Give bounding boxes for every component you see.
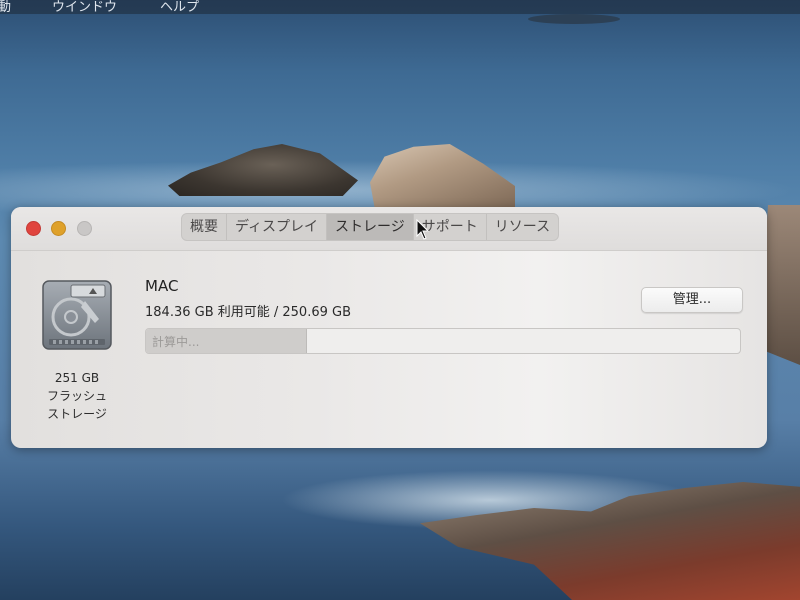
- manage-button[interactable]: 管理...: [641, 287, 743, 313]
- distant-rock: [528, 14, 620, 24]
- title-bar[interactable]: 概要 ディスプレイ ストレージ サポート リソース: [11, 207, 767, 251]
- disk-type-line2: ストレージ: [47, 407, 107, 421]
- about-this-mac-window: 概要 ディスプレイ ストレージ サポート リソース 251 GB フラッシュ ス…: [11, 207, 767, 448]
- mouse-cursor-icon: [416, 219, 430, 240]
- storage-usage-bar: 計算中...: [145, 328, 741, 354]
- tab-displays[interactable]: ディスプレイ: [227, 214, 328, 240]
- menu-item-move[interactable]: 動: [0, 0, 11, 15]
- menu-bar: 動 ウインドウ ヘルプ: [0, 0, 800, 15]
- close-button[interactable]: [26, 221, 41, 236]
- disk-type-line1: フラッシュ: [46, 389, 107, 403]
- rock-middle: [370, 144, 515, 214]
- volume-name: MAC: [145, 277, 179, 295]
- zoom-button: [77, 221, 92, 236]
- minimize-button[interactable]: [51, 221, 66, 236]
- volume-availability: 184.36 GB 利用可能 / 250.69 GB: [145, 305, 352, 320]
- tab-overview[interactable]: 概要: [182, 214, 227, 240]
- tab-storage[interactable]: ストレージ: [327, 214, 414, 240]
- menu-item-help[interactable]: ヘルプ: [160, 0, 199, 15]
- tab-resources[interactable]: リソース: [487, 214, 558, 240]
- hard-drive-icon: [41, 279, 113, 355]
- storage-usage-label: 計算中...: [152, 335, 200, 349]
- tab-bar: 概要 ディスプレイ ストレージ サポート リソース: [181, 213, 560, 241]
- menu-item-window[interactable]: ウインドウ: [52, 0, 117, 15]
- disk-capacity: 251 GB: [54, 371, 100, 385]
- disk-caption: 251 GB フラッシュ ストレージ: [29, 369, 125, 423]
